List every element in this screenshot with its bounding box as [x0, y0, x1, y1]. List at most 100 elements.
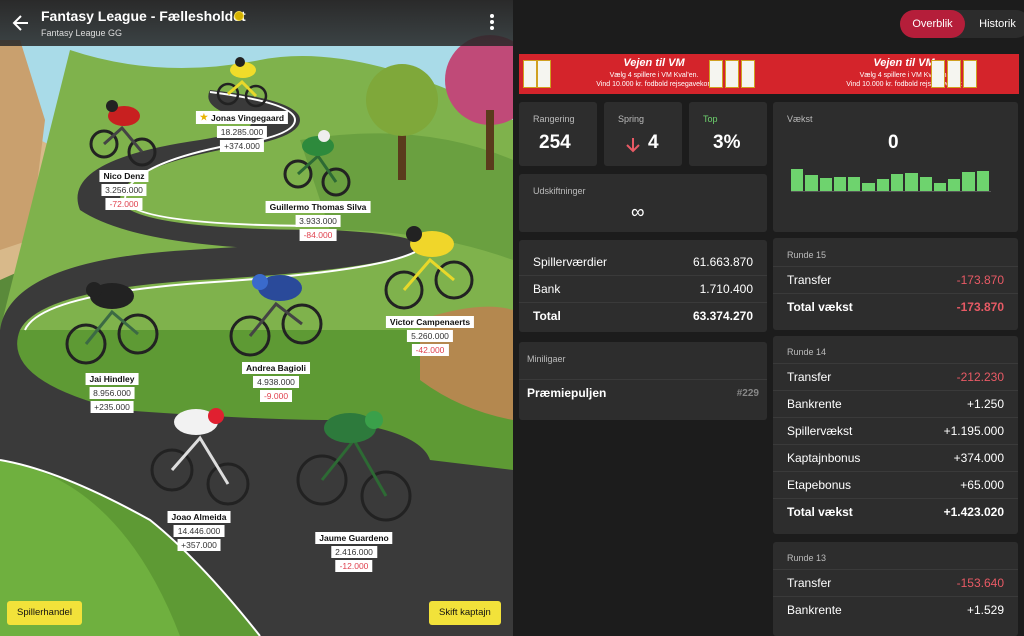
value-row-players: Spillerværdier 61.663.870: [533, 254, 753, 269]
substitutions-card: Udskiftninger ∞: [519, 174, 767, 232]
growth-bar: [948, 179, 961, 191]
rider-change: -9.000: [259, 390, 293, 402]
player-trade-button[interactable]: Spillerhandel: [7, 601, 82, 625]
growth-bar: [905, 173, 918, 191]
tab-history[interactable]: Historik: [965, 10, 1024, 38]
rider-name: Joao Almeida: [167, 511, 231, 523]
rider-change: -84.000: [299, 229, 337, 241]
round-13-card: Runde 13 Transfer -153.640 Bankrente +1.52…: [773, 542, 1018, 636]
promo-banner[interactable]: Vejen til VM Vælg 4 spillere i VM Kval'e…: [519, 54, 1019, 94]
captain-star-icon: ★: [199, 112, 208, 122]
minileague-item[interactable]: Præmiepuljen #229: [519, 379, 767, 406]
round-title: Runde 14: [787, 347, 827, 357]
growth-bar: [976, 170, 989, 191]
growth-label: Vækst: [787, 114, 813, 124]
round-row: Transfer -212.230: [773, 363, 1018, 390]
jump-value: 4: [648, 132, 659, 153]
round-14-card: Runde 14 Transfer -212.230 Bankrente +1.25…: [773, 336, 1018, 534]
rider-card-vingegaard[interactable]: ★ Jonas Vingegaard 18.285.000 +374.000: [195, 111, 289, 152]
stats-panel: Overblik Historik Vejen til VM Vælg 4 sp…: [513, 0, 1024, 636]
rider-name: Jai Hindley: [85, 373, 139, 385]
rider-value: 4.938.000: [253, 376, 299, 388]
growth-bar: [891, 174, 904, 191]
banner-title: Vejen til VM: [623, 57, 685, 69]
top-card: Top 3%: [689, 102, 767, 166]
growth-bar: [791, 169, 804, 191]
growth-bar: [819, 177, 832, 191]
growth-bar: [876, 179, 889, 191]
rider-change: -42.000: [411, 344, 449, 356]
rider-name: Andrea Bagioli: [242, 362, 310, 374]
round-row-total: Total vækst -173.870: [773, 293, 1018, 320]
growth-card: Vækst 0: [773, 102, 1018, 232]
rider-card-almeida[interactable]: Joao Almeida 14.446.000 +357.000: [167, 511, 231, 551]
round-row: Transfer -153.640: [773, 569, 1018, 596]
rider-value: 3.256.000: [101, 184, 147, 196]
growth-sparkline: [791, 166, 991, 192]
rider-name: Jaume Guardeno: [315, 532, 393, 544]
growth-bar: [862, 182, 875, 191]
rider-name: Guillermo Thomas Silva: [265, 201, 371, 213]
rider-value: 2.416.000: [331, 546, 377, 558]
rider-change: +235.000: [90, 401, 134, 413]
page-title: Fantasy League - Fællesholdet: [41, 8, 246, 24]
substitutions-label: Udskiftninger: [533, 186, 586, 196]
rider-card-hindley[interactable]: Jai Hindley 8.956.000 +235.000: [85, 373, 139, 413]
rider-change: -72.000: [105, 198, 143, 210]
growth-bar: [848, 176, 861, 191]
minileague-rank: #229: [736, 387, 759, 399]
growth-bar: [833, 176, 847, 191]
round-title: Runde 15: [787, 250, 827, 260]
rider-name: Victor Campenaerts: [385, 316, 475, 328]
growth-bar: [962, 171, 975, 191]
rider-card-campenaerts[interactable]: Victor Campenaerts 5.260.000 -42.000: [385, 316, 475, 356]
ranking-label: Rangering: [533, 114, 575, 124]
top-value: 3%: [713, 132, 741, 153]
rider-value: 5.260.000: [407, 330, 453, 342]
value-row-total: Total 63.374.270: [519, 302, 767, 329]
back-arrow-icon[interactable]: [10, 12, 32, 34]
round-title: Runde 13: [787, 553, 827, 563]
change-captain-button[interactable]: Skift kaptajn: [429, 601, 501, 625]
round-row: Bankrente +1.250: [773, 390, 1018, 417]
ranking-card: Rangering 254: [519, 102, 597, 166]
view-toggle: Overblik Historik: [900, 10, 1024, 38]
round-row-total: Total vækst +1.423.020: [773, 498, 1018, 525]
substitutions-value: ∞: [631, 202, 645, 223]
growth-bar: [933, 182, 947, 191]
growth-bar: [919, 176, 932, 191]
team-panel: Fantasy League - Fællesholdet Fantasy Le…: [0, 0, 513, 636]
rider-card-guardeno[interactable]: Jaume Guardeno 2.416.000 -12.000: [315, 532, 393, 572]
rider-change: -12.000: [335, 560, 373, 572]
tab-overview[interactable]: Overblik: [900, 10, 965, 38]
rider-value: 8.956.000: [89, 387, 135, 399]
round-row: Bankrente +1.529: [773, 596, 1018, 623]
round-row: Spillervækst +1.195.000: [773, 417, 1018, 444]
rider-change: +374.000: [220, 140, 264, 152]
arrow-down-icon: [626, 138, 640, 153]
rider-card-denz[interactable]: Nico Denz 3.256.000 -72.000: [99, 170, 149, 210]
rider-change: +357.000: [177, 539, 221, 551]
jump-label: Spring: [618, 114, 645, 124]
coin-icon: [234, 11, 244, 21]
page-subtitle: Fantasy League GG: [41, 28, 123, 38]
minileagues-label: Miniligaer: [527, 354, 566, 364]
minileague-name: Præmiepuljen: [527, 386, 607, 400]
ranking-value: 254: [539, 132, 571, 153]
top-label: Top: [703, 114, 718, 124]
round-row: Kaptajnbonus +374.000: [773, 444, 1018, 471]
app-header: Fantasy League - Fællesholdet Fantasy Le…: [0, 0, 513, 46]
minileagues-card: Miniligaer Præmiepuljen #229: [519, 342, 767, 420]
more-vert-icon[interactable]: [486, 12, 498, 32]
growth-bar: [805, 175, 818, 191]
round-row: Transfer -173.870: [773, 266, 1018, 293]
rider-name: Jonas Vingegaard: [211, 112, 285, 123]
growth-value: 0: [888, 132, 899, 153]
rider-card-bagioli[interactable]: Andrea Bagioli 4.938.000 -9.000: [242, 362, 310, 402]
jump-card: Spring 4: [604, 102, 682, 166]
rider-name: Nico Denz: [99, 170, 149, 182]
rider-value: 3.933.000: [295, 215, 341, 227]
round-15-card: Runde 15 Transfer -173.870 Total vækst -17…: [773, 238, 1018, 330]
rider-value: 18.285.000: [216, 126, 268, 138]
rider-card-silva[interactable]: Guillermo Thomas Silva 3.933.000 -84.000: [265, 201, 371, 241]
